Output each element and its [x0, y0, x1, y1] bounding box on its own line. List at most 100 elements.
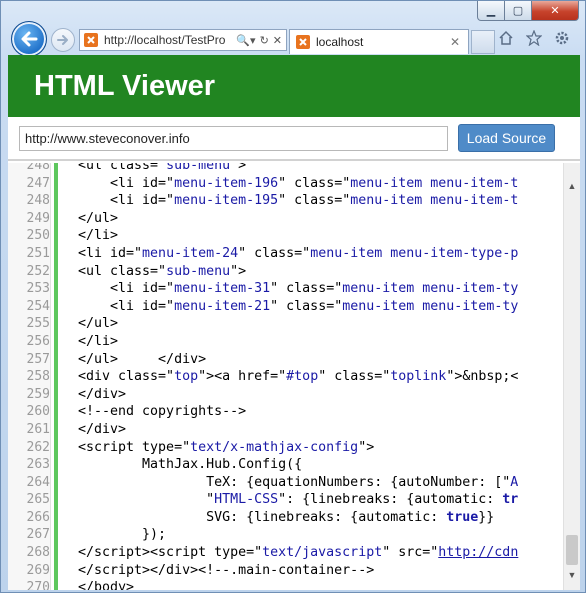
- source-line: 267 });: [8, 526, 564, 544]
- source-line: 255 </ul>: [8, 315, 564, 333]
- line-code: <ul class="sub-menu">: [78, 163, 247, 173]
- line-number: 255: [26, 316, 50, 332]
- vertical-scrollbar[interactable]: ▲ ▼: [563, 163, 580, 590]
- url-input[interactable]: [19, 125, 448, 151]
- line-number: 264: [26, 474, 50, 490]
- line-code: </div>: [78, 386, 127, 402]
- browser-window: ▁ ▢ ✕ http://localhost/TestPro 🔍▾ ↻ ✕ lo…: [0, 0, 586, 593]
- xampp-favicon-icon: [296, 35, 310, 49]
- line-number: 247: [26, 175, 50, 191]
- source-line: 268 </script><script type="text/javascrip…: [8, 544, 564, 562]
- line-code: </li>: [78, 228, 119, 244]
- source-line: 262 <script type="text/x-mathjax-config">: [8, 439, 564, 457]
- line-code: TeX: {equationNumbers: {autoNumber: ["A: [78, 474, 519, 490]
- home-icon[interactable]: [497, 29, 515, 47]
- forward-button[interactable]: [51, 28, 75, 52]
- scrollbar-thumb[interactable]: [566, 535, 578, 565]
- url-form: Load Source: [8, 117, 580, 159]
- line-number: 254: [26, 298, 50, 314]
- line-code: <li id="menu-item-195" class="menu-item …: [78, 193, 519, 209]
- line-code: </body>: [78, 580, 135, 590]
- line-code: </script><script type="text/javascript" …: [78, 545, 519, 561]
- source-line: 265 "HTML-CSS": {linebreaks: {automatic:…: [8, 491, 564, 509]
- new-tab-button[interactable]: [471, 30, 495, 54]
- line-number: 251: [26, 245, 50, 261]
- minimize-button[interactable]: ▁: [477, 1, 505, 21]
- source-line: 270 </body>: [8, 579, 564, 590]
- source-line: 259 </div>: [8, 386, 564, 404]
- line-number: 267: [26, 527, 50, 543]
- source-line: 257 </ul> </div>: [8, 351, 564, 369]
- source-line: 266 SVG: {linebreaks: {automatic: true}}: [8, 509, 564, 527]
- source-line: 254 <li id="menu-item-21" class="menu-it…: [8, 298, 564, 316]
- scroll-down-arrow-icon[interactable]: ▼: [564, 566, 580, 584]
- line-number: 268: [26, 545, 50, 561]
- address-text[interactable]: http://localhost/TestPro: [104, 33, 232, 47]
- close-icon: ✕: [550, 4, 560, 17]
- line-code: </li>: [78, 333, 119, 349]
- source-line: 248 <ul class="sub-menu">: [8, 163, 564, 175]
- caption-buttons: ▁ ▢ ✕: [477, 1, 579, 21]
- tab-localhost[interactable]: localhost ✕: [289, 29, 469, 54]
- line-code: </ul>: [78, 316, 119, 332]
- line-code: MathJax.Hub.Config({: [78, 457, 303, 473]
- load-source-button[interactable]: Load Source: [458, 124, 555, 152]
- scroll-up-arrow-icon[interactable]: ▲: [564, 177, 580, 195]
- line-number: 270: [26, 580, 50, 590]
- line-code: <li id="menu-item-21" class="menu-item m…: [78, 298, 519, 314]
- stop-icon[interactable]: ✕: [273, 34, 282, 47]
- tab-close-icon[interactable]: ✕: [448, 35, 462, 49]
- line-code: <!--end copyrights-->: [78, 404, 247, 420]
- line-number: 257: [26, 351, 50, 367]
- source-line: 250 </li>: [8, 227, 564, 245]
- search-dropdown-icon[interactable]: 🔍▾: [236, 34, 255, 47]
- source-line: 247 <li id="menu-item-196" class="menu-i…: [8, 175, 564, 193]
- maximize-icon: ▢: [512, 4, 524, 17]
- line-code: "HTML-CSS": {linebreaks: {automatic: tr: [78, 492, 519, 508]
- source-line: 248 <li id="menu-item-195" class="menu-i…: [8, 192, 564, 210]
- tab-title: localhost: [316, 35, 364, 49]
- line-code: <div class="top"><a href="#top" class="t…: [78, 369, 519, 385]
- source-code-view[interactable]: 248 <ul class="sub-menu"> 247 <li id="menu…: [8, 163, 580, 590]
- line-code: <ul class="sub-menu">: [78, 263, 247, 279]
- page-viewport: HTML Viewer Load Source 248 <ul class="su…: [8, 55, 580, 590]
- page-banner: HTML Viewer: [8, 55, 580, 117]
- favorites-star-icon[interactable]: [525, 29, 543, 47]
- back-arrow-icon: [21, 31, 38, 47]
- source-line: 260 <!--end copyrights-->: [8, 403, 564, 421]
- line-number: 262: [26, 439, 50, 455]
- line-code: <li id="menu-item-196" class="menu-item …: [78, 175, 519, 191]
- source-line: 258 <div class="top"><a href="#top" class…: [8, 368, 564, 386]
- close-button[interactable]: ✕: [532, 1, 579, 21]
- address-bar[interactable]: http://localhost/TestPro 🔍▾ ↻ ✕: [79, 29, 287, 51]
- divider: [8, 159, 580, 161]
- source-line: 253 <li id="menu-item-31" class="menu-it…: [8, 280, 564, 298]
- source-line: 261 </div>: [8, 421, 564, 439]
- line-number: 248: [26, 163, 50, 173]
- line-code: </ul>: [78, 210, 119, 226]
- source-lines: 248 <ul class="sub-menu"> 247 <li id="menu…: [8, 163, 564, 590]
- line-number: 256: [26, 333, 50, 349]
- line-number: 252: [26, 263, 50, 279]
- line-number: 269: [26, 562, 50, 578]
- maximize-button[interactable]: ▢: [505, 1, 532, 21]
- line-number: 248: [26, 193, 50, 209]
- line-number: 266: [26, 509, 50, 525]
- source-line: 256 </li>: [8, 333, 564, 351]
- line-code: <li id="menu-item-24" class="menu-item m…: [78, 245, 519, 261]
- line-code: });: [78, 527, 167, 543]
- refresh-icon[interactable]: ↻: [260, 34, 269, 47]
- source-line: 269 </script></div><!--.main-container-->: [8, 562, 564, 580]
- line-code: <li id="menu-item-31" class="menu-item m…: [78, 281, 519, 297]
- line-number: 258: [26, 369, 50, 385]
- line-number: 265: [26, 492, 50, 508]
- line-number: 261: [26, 421, 50, 437]
- line-number: 260: [26, 404, 50, 420]
- back-button[interactable]: [11, 21, 47, 57]
- line-code: </ul> </div>: [78, 351, 207, 367]
- line-code: <script type="text/x-mathjax-config">: [78, 439, 375, 455]
- line-number: 249: [26, 210, 50, 226]
- line-code: SVG: {linebreaks: {automatic: true}}: [78, 509, 495, 525]
- line-number: 263: [26, 457, 50, 473]
- settings-gear-icon[interactable]: [553, 29, 571, 47]
